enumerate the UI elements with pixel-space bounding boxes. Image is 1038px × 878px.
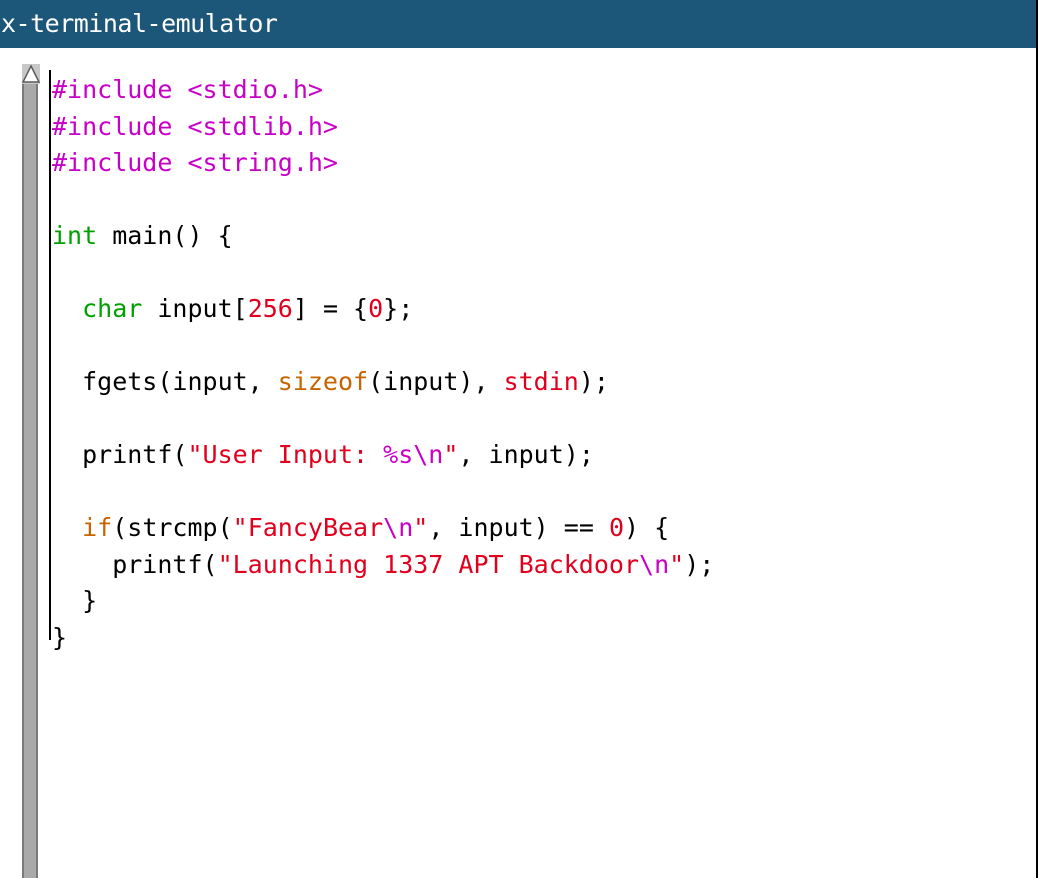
code-line: printf("Launching 1337 APT Backdoor\n"); — [52, 547, 714, 584]
code-token: , input); — [458, 440, 594, 469]
code-token: \n — [413, 440, 444, 469]
code-token: (strcmp( — [112, 513, 233, 542]
code-token: ); — [684, 549, 715, 579]
code-token: " — [443, 440, 459, 469]
triangle-up-icon[interactable] — [22, 64, 40, 84]
code-line: #include <stdlib.h> — [52, 109, 714, 146]
code-token: ); — [578, 367, 609, 396]
code-token: " — [669, 549, 685, 579]
code-token: ) { — [624, 513, 670, 542]
title-divider — [0, 48, 1036, 51]
code-token: "User Input: — [187, 440, 384, 469]
code-token: \n — [639, 549, 670, 579]
code-token: } — [52, 586, 98, 615]
code-token: " — [413, 513, 429, 542]
terminal-window: x-terminal-emulator #include <stdio.h> #i… — [0, 0, 1038, 878]
code-line: int main() { — [52, 218, 714, 255]
code-token: sizeof — [277, 367, 369, 396]
scrollbar-thumb[interactable] — [24, 84, 36, 878]
code-line: char input[256] = {0}; — [52, 291, 714, 328]
code-token: stdin — [503, 367, 579, 396]
code-token: int — [52, 221, 98, 250]
window-title: x-terminal-emulator — [1, 9, 278, 38]
code-token: <stdio.h> — [187, 75, 323, 104]
code-editor[interactable]: #include <stdio.h> #include <stdlib.h> #in… — [52, 72, 714, 656]
code-token: main() { — [97, 221, 233, 250]
code-token: #include — [52, 75, 188, 104]
code-token: #include — [52, 148, 188, 177]
code-line: } — [52, 620, 714, 657]
code-token: (input), — [368, 367, 504, 396]
code-token: input[ — [142, 294, 248, 323]
code-line: #include <string.h> — [52, 145, 714, 182]
code-token: %s — [383, 440, 414, 469]
code-token: fgets(input, — [52, 367, 278, 396]
code-token: 0 — [368, 294, 384, 323]
code-token: #include — [52, 111, 188, 141]
code-line: } — [52, 583, 714, 620]
window-title-bar[interactable]: x-terminal-emulator — [0, 0, 1036, 48]
code-token: <stdlib.h> — [187, 111, 338, 141]
code-token: printf( — [52, 440, 188, 469]
code-token: printf( — [52, 549, 218, 579]
code-token: "FancyBear — [232, 513, 384, 542]
vertical-scrollbar[interactable] — [22, 64, 38, 878]
code-line: printf("User Input: %s\n", input); — [52, 437, 714, 474]
code-token: ] = { — [292, 294, 369, 323]
code-token: \n — [383, 513, 414, 542]
text-cursor — [49, 70, 51, 640]
code-token: <string.h> — [187, 148, 338, 177]
code-line: if(strcmp("FancyBear\n", input) == 0) { — [52, 510, 714, 547]
code-token: 0 — [608, 513, 625, 542]
code-token: "Launching 1337 APT Backdoor — [217, 549, 640, 579]
code-line: fgets(input, sizeof(input), stdin); — [52, 364, 714, 401]
code-token: }; — [383, 294, 414, 323]
code-token: } — [52, 622, 68, 652]
code-token: char — [82, 294, 143, 323]
code-token: if — [82, 513, 113, 542]
code-token: 256 — [247, 294, 293, 323]
code-token: , input) == — [428, 513, 609, 542]
code-line: #include <stdio.h> — [52, 72, 714, 109]
